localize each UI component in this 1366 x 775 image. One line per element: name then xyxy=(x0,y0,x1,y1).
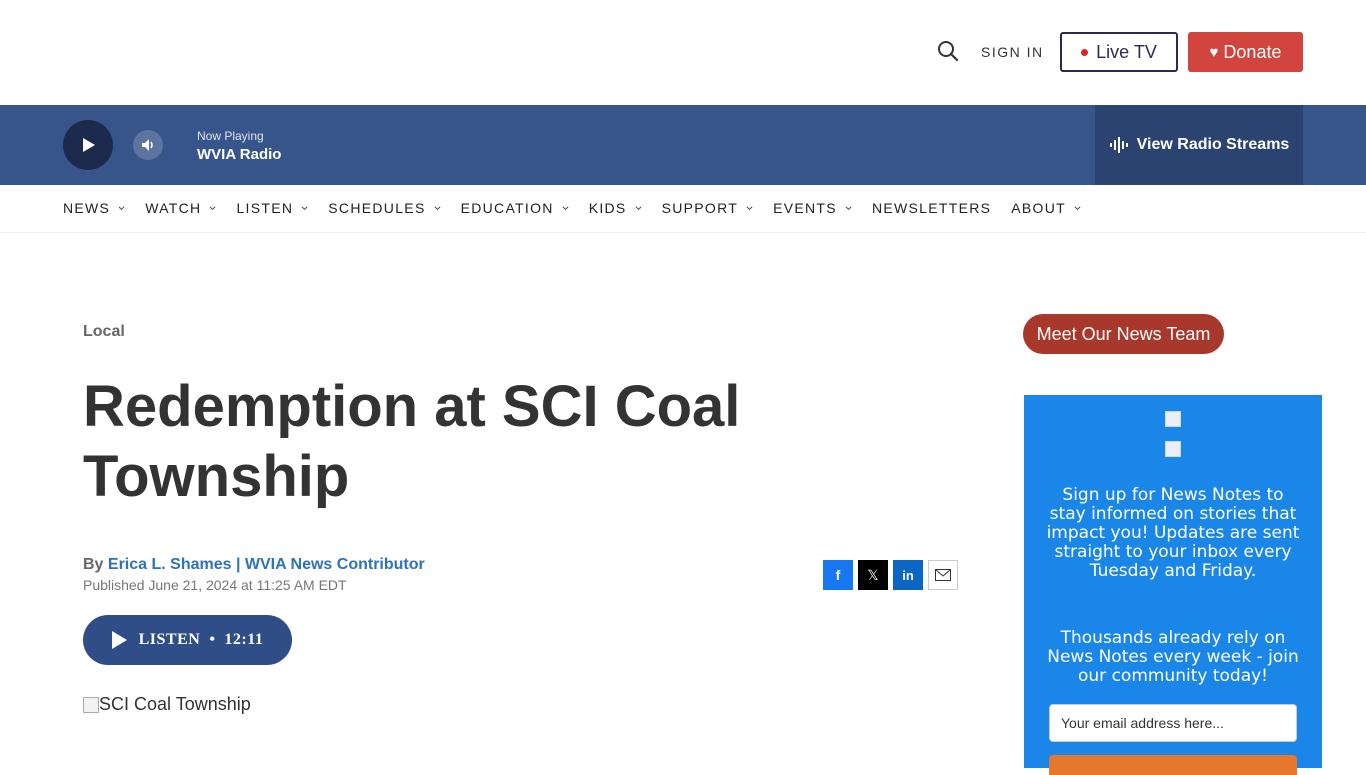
main-navigation: NEWS WATCH LISTEN SCHEDULES EDUCATION KIDS SUP… xyxy=(0,185,1366,233)
byline-prefix: By xyxy=(83,556,104,573)
nav-item-label: SCHEDULES xyxy=(328,200,426,216)
nav-item-label: SUPPORT xyxy=(661,200,739,216)
nav-list: NEWS WATCH LISTEN SCHEDULES EDUCATION KIDS SUP… xyxy=(63,185,1101,231)
chevron-down-icon xyxy=(434,205,441,210)
x-share-icon[interactable]: 𝕏 xyxy=(858,560,888,590)
linkedin-share-icon[interactable]: in xyxy=(893,560,923,590)
broken-image-icon xyxy=(1165,411,1181,427)
facebook-share-icon[interactable]: f xyxy=(823,560,853,590)
nav-item-label: EVENTS xyxy=(773,200,837,216)
chevron-down-icon xyxy=(1074,205,1081,210)
email-field[interactable] xyxy=(1049,704,1297,742)
chevron-down-icon xyxy=(118,205,125,210)
site-header: SIGN IN Live TV ♥ Donate xyxy=(0,0,1366,105)
nav-item-events[interactable]: EVENTS xyxy=(773,200,852,216)
nav-item-label: NEWS xyxy=(63,200,111,216)
nav-item-label: KIDS xyxy=(588,200,627,216)
play-icon xyxy=(83,138,95,152)
nav-item-watch[interactable]: WATCH xyxy=(145,200,216,216)
nav-item-label: LISTEN xyxy=(236,200,294,216)
chevron-down-icon xyxy=(301,205,308,210)
nav-item-schedules[interactable]: SCHEDULES xyxy=(328,200,441,216)
view-radio-streams-label: View Radio Streams xyxy=(1136,136,1290,153)
subscribe-button[interactable] xyxy=(1049,755,1297,775)
listen-duration: 12:11 xyxy=(224,631,264,648)
byline: By Erica L. Shames | WVIA News Contribut… xyxy=(83,556,425,574)
nav-item-support[interactable]: SUPPORT xyxy=(662,200,754,216)
nav-item-education[interactable]: EDUCATION xyxy=(461,200,569,216)
donate-button[interactable]: ♥ Donate xyxy=(1188,32,1303,72)
heart-icon: ♥ xyxy=(1209,43,1219,61)
search-icon[interactable] xyxy=(937,40,961,64)
chevron-down-icon xyxy=(562,205,569,210)
donate-label: Donate xyxy=(1223,41,1282,62)
nav-item-label: WATCH xyxy=(145,200,202,216)
sign-in-link[interactable]: SIGN IN xyxy=(981,44,1044,60)
nav-item-newsletters[interactable]: NEWSLETTERS xyxy=(872,200,991,216)
section-label[interactable]: Local xyxy=(83,323,125,341)
nav-item-listen[interactable]: LISTEN xyxy=(236,200,308,216)
play-icon xyxy=(111,631,127,649)
nav-item-label: EDUCATION xyxy=(460,200,554,216)
nav-item-label: NEWSLETTERS xyxy=(871,200,992,216)
listen-button[interactable]: LISTEN • 12:11 xyxy=(83,615,292,665)
newsletter-promo: Sign up for News Notes to stay informed … xyxy=(1024,395,1322,775)
live-tv-button[interactable]: Live TV xyxy=(1060,32,1178,72)
play-button[interactable] xyxy=(63,120,113,170)
nav-item-kids[interactable]: KIDS xyxy=(589,200,642,216)
now-playing-station: WVIA Radio xyxy=(197,146,282,163)
volume-button[interactable] xyxy=(133,130,163,160)
view-radio-streams-button[interactable]: View Radio Streams xyxy=(1095,105,1303,185)
volume-icon xyxy=(142,139,153,151)
listen-label: LISTEN xyxy=(138,631,201,648)
article-main-image: SCI Coal Township xyxy=(83,694,251,715)
chevron-down-icon xyxy=(209,205,216,210)
email-share-icon[interactable] xyxy=(928,560,958,590)
listen-separator: • xyxy=(209,631,216,648)
nav-item-about[interactable]: ABOUT xyxy=(1011,200,1081,216)
audio-wave-icon xyxy=(1109,137,1128,153)
live-dot-icon xyxy=(1081,48,1089,56)
chevron-down-icon xyxy=(746,205,753,210)
live-tv-label: Live TV xyxy=(1096,41,1157,62)
promo-text: Sign up for News Notes to stay informed … xyxy=(1046,485,1300,581)
promo-text-secondary: Thousands already rely on News Notes eve… xyxy=(1047,628,1299,686)
chevron-down-icon xyxy=(635,205,642,210)
now-playing-label: Now Playing xyxy=(197,129,264,143)
chevron-down-icon xyxy=(845,205,852,210)
audio-player-bar: Now Playing WVIA Radio View Radio Stream… xyxy=(0,105,1366,185)
share-bar: f 𝕏 in xyxy=(823,560,963,590)
broken-image-icon xyxy=(83,696,99,713)
article-headline: Redemption at SCI Coal Township xyxy=(83,374,741,509)
image-alt-text: SCI Coal Township xyxy=(99,694,251,714)
nav-item-news[interactable]: NEWS xyxy=(63,200,125,216)
broken-image-icon xyxy=(1165,441,1181,457)
nav-item-label: ABOUT xyxy=(1011,200,1066,216)
author-link[interactable]: Erica L. Shames | WVIA News Contributor xyxy=(108,556,425,573)
published-date: Published June 21, 2024 at 11:25 AM EDT xyxy=(83,577,347,593)
meet-news-team-button[interactable]: Meet Our News Team xyxy=(1023,314,1224,354)
